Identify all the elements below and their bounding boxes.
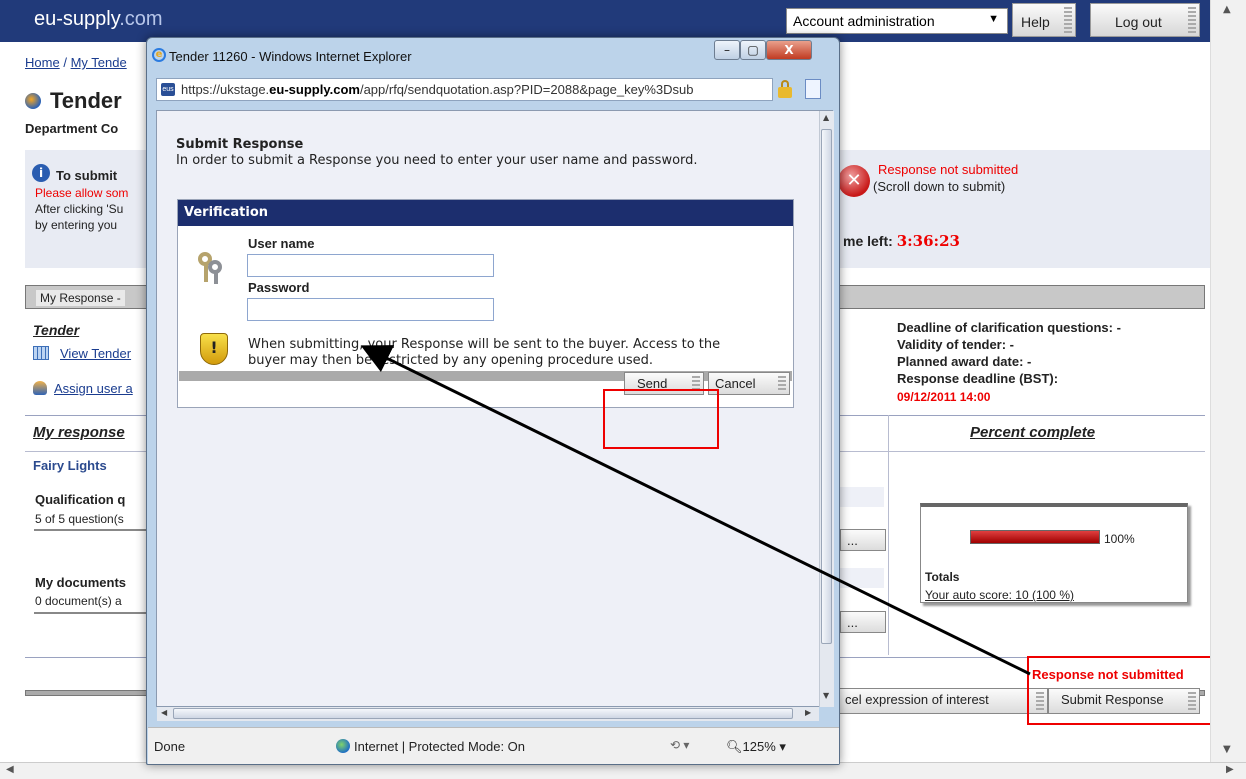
annotation-arrow [360,345,1031,676]
